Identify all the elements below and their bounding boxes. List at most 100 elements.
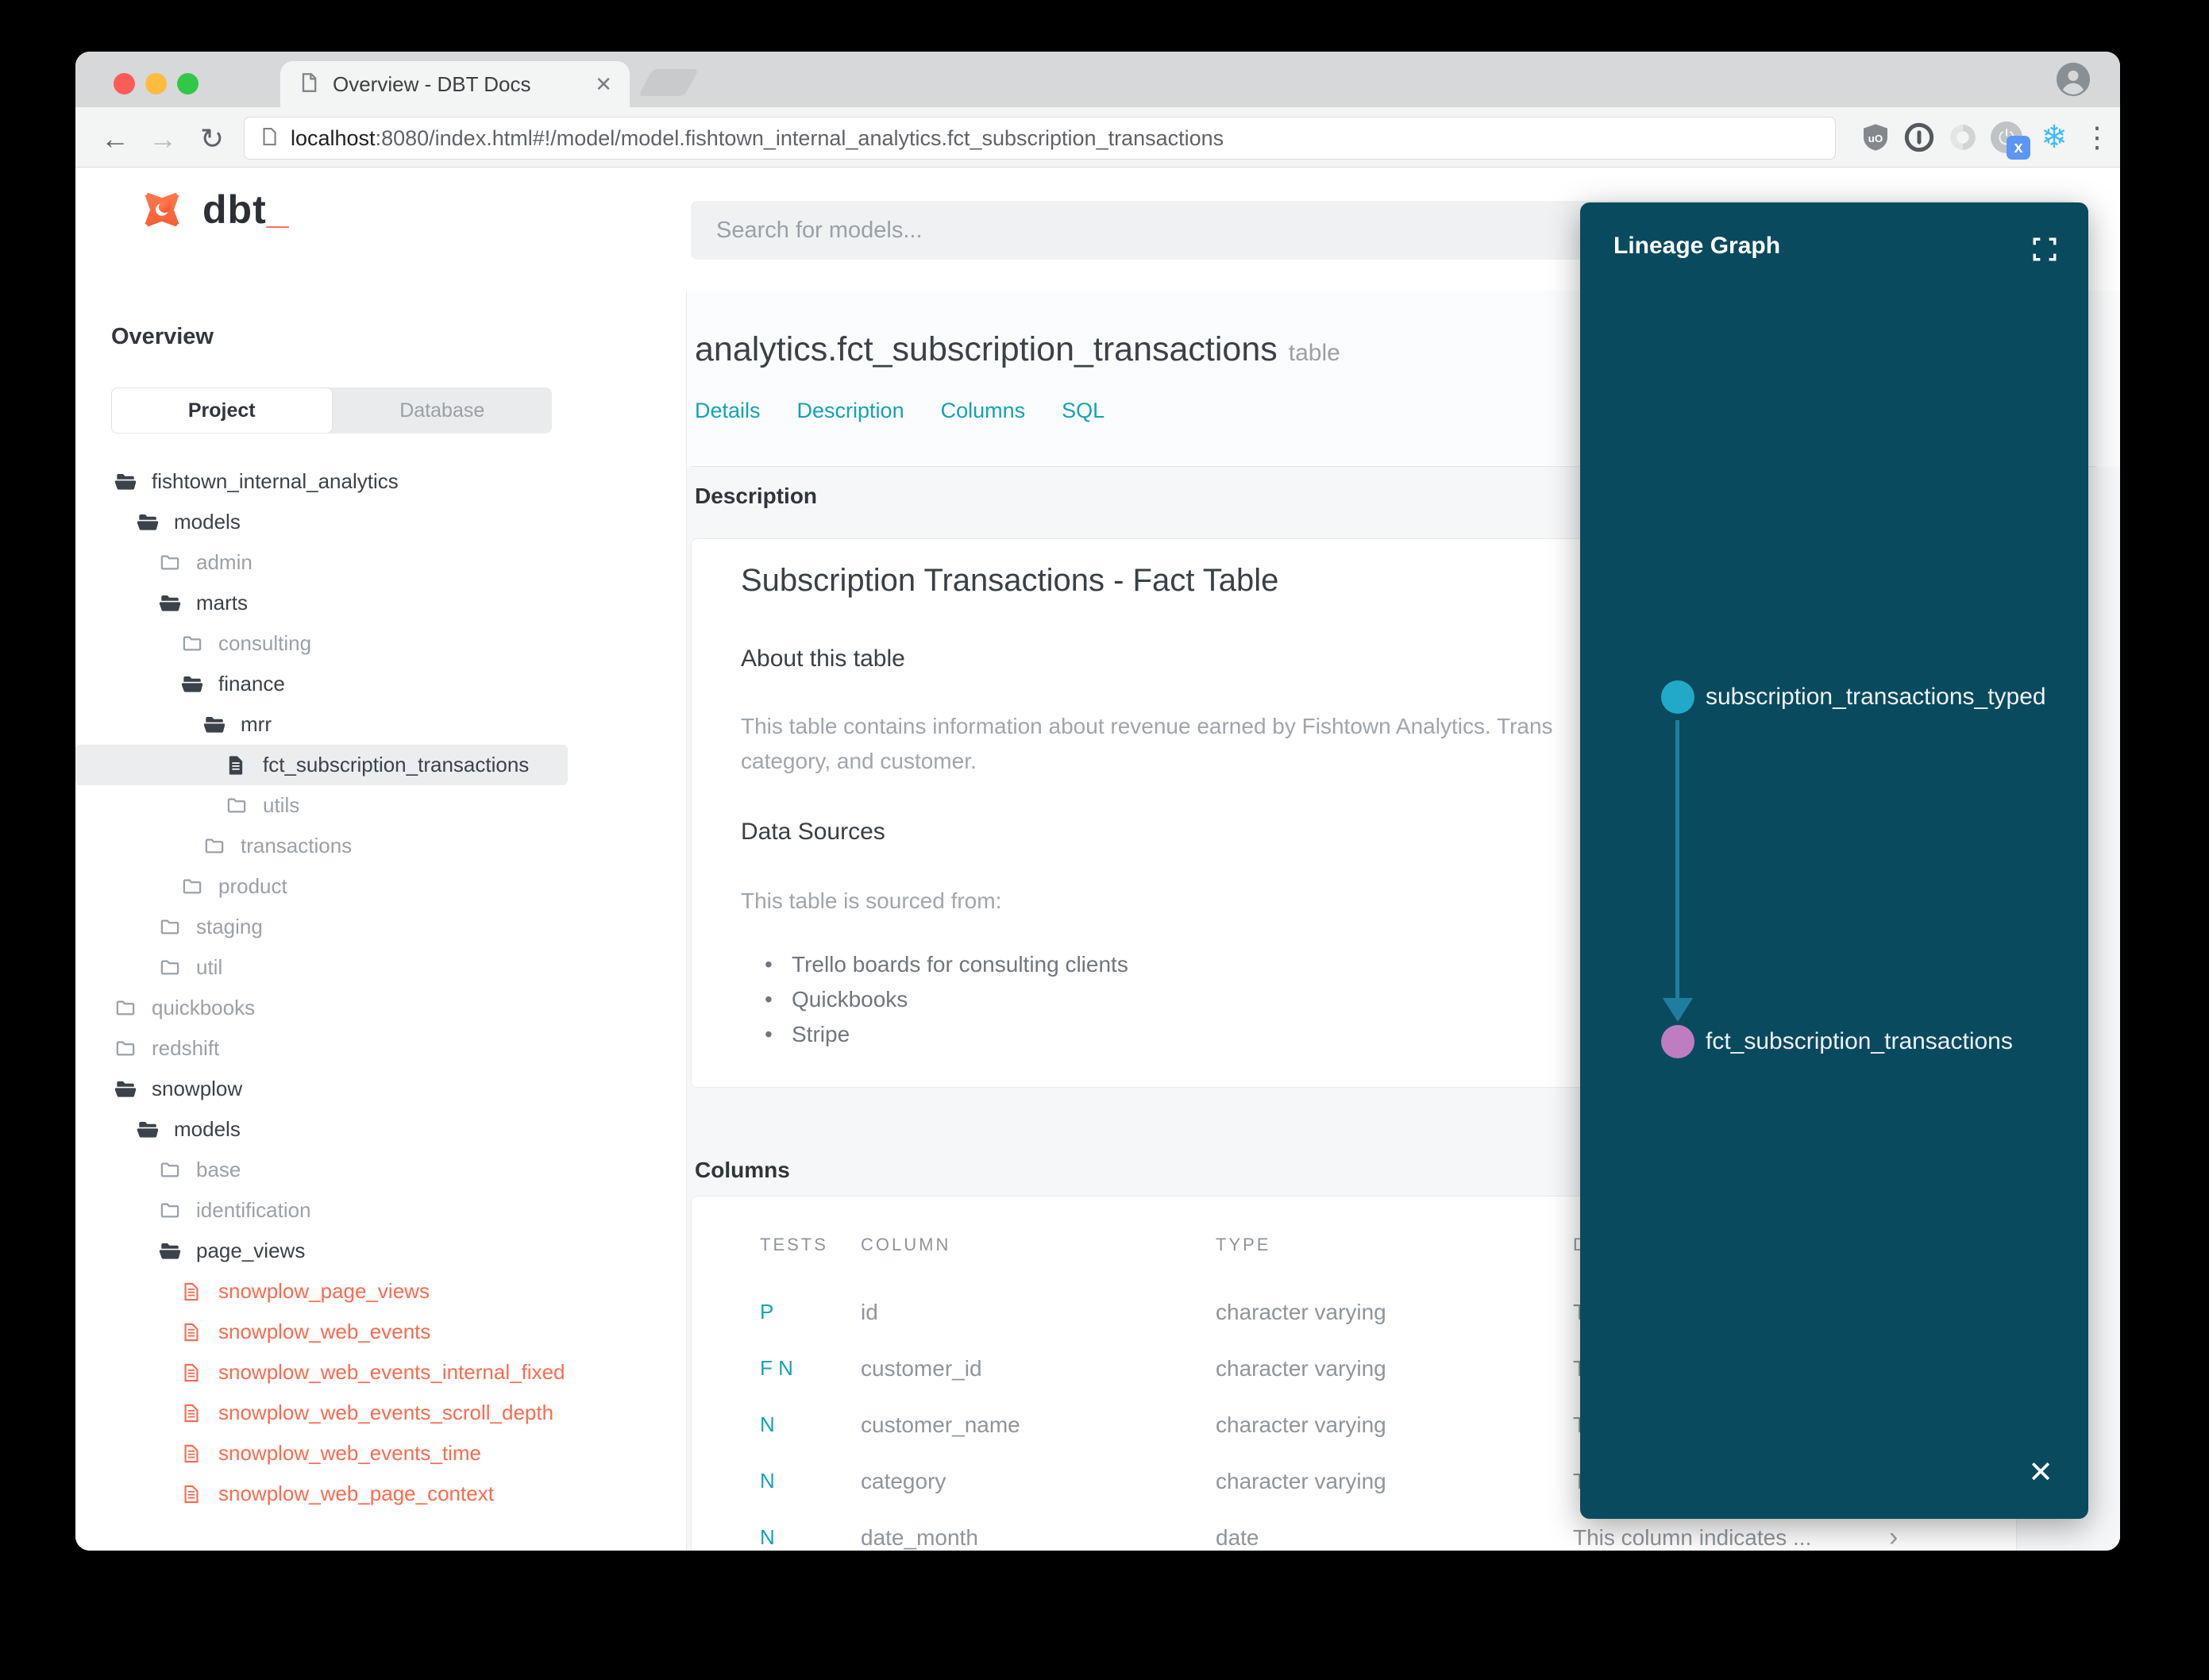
sidebar-item-utils[interactable]: utils: [75, 785, 687, 826]
cell-tests: P: [760, 1300, 774, 1324]
folder-icon: [158, 916, 185, 938]
cell-column: customer_name: [861, 1412, 1020, 1437]
sidebar-item-snowplow_page_views[interactable]: snowplow_page_views: [75, 1271, 687, 1312]
column-header-tests: TESTS: [760, 1235, 828, 1254]
toggle-database[interactable]: Database: [333, 387, 553, 433]
sidebar-item-finance[interactable]: finance: [75, 664, 687, 704]
lineage-edge-arrowhead: [1663, 998, 1693, 1022]
folder-icon: [202, 835, 229, 857]
browser-profile-avatar[interactable]: [2055, 61, 2091, 98]
tree-item-label: snowplow_web_page_context: [218, 1482, 494, 1505]
cell-column: customer_id: [861, 1355, 982, 1381]
sidebar-item-base[interactable]: base: [75, 1150, 687, 1190]
description-section-label: Description: [695, 484, 818, 508]
ublock-extension-icon[interactable]: uO: [1858, 120, 1893, 155]
back-icon[interactable]: ←: [98, 121, 133, 156]
folder-icon: [158, 552, 185, 573]
toggle-project[interactable]: Project: [111, 387, 333, 433]
tab-close-icon[interactable]: ✕: [595, 72, 612, 97]
chevron-right-icon[interactable]: ›: [1889, 1522, 1898, 1551]
window-minimize-button[interactable]: [145, 73, 167, 94]
sidebar-item-snowplow_web_events_scroll_depth[interactable]: snowplow_web_events_scroll_depth: [75, 1393, 687, 1433]
dbt-logo-text: dbt_: [202, 187, 290, 232]
cell-type: character varying: [1216, 1412, 1386, 1437]
lineage-edge: [1675, 720, 1679, 998]
sidebar-item-marts[interactable]: marts: [75, 583, 687, 623]
tree-item-label: mrr: [241, 712, 272, 736]
sidebar: Overview Project Database fishtown_inter…: [75, 291, 687, 1551]
sidebar-item-quickbooks[interactable]: quickbooks: [75, 988, 687, 1028]
sidebar-item-redshift[interactable]: redshift: [75, 1028, 687, 1069]
svg-text:uO: uO: [1868, 133, 1883, 144]
project-database-toggle: Project Database: [111, 387, 552, 433]
dbt-logo-icon[interactable]: [136, 183, 188, 236]
doc-title: Subscription Transactions - Fact Table: [741, 563, 1279, 598]
sidebar-item-fishtown_internal_analytics[interactable]: fishtown_internal_analytics: [75, 461, 687, 502]
url-host: localhost: [291, 125, 376, 150]
tree-item-label: transactions: [241, 834, 353, 857]
url-path: :8080/index.html#!/model/model.fishtown_…: [375, 125, 1224, 150]
reload-icon[interactable]: ↻: [195, 121, 229, 156]
sidebar-item-transactions[interactable]: transactions: [75, 826, 687, 866]
onetab-extension-icon[interactable]: [1945, 120, 1980, 155]
new-tab-button[interactable]: [638, 69, 700, 96]
folder-open-icon: [180, 673, 207, 695]
cell-type: character varying: [1216, 1468, 1386, 1493]
sidebar-item-snowplow_web_events_time[interactable]: snowplow_web_events_time: [75, 1433, 687, 1474]
sidebar-item-models[interactable]: models: [75, 502, 687, 542]
url-bar[interactable]: localhost:8080/index.html#!/model/model.…: [244, 117, 1836, 160]
sidebar-item-mrr[interactable]: mrr: [75, 704, 687, 745]
forward-icon[interactable]: →: [145, 121, 180, 156]
data-source-label: Quickbooks: [792, 987, 908, 1011]
page-title: analytics.fct_subscription_transactions t…: [695, 330, 1340, 368]
file-red-icon: [180, 1443, 207, 1465]
window-close-button[interactable]: [114, 73, 135, 94]
browser-tab[interactable]: Overview - DBT Docs ✕: [280, 61, 630, 107]
tab-sql[interactable]: SQL: [1062, 399, 1104, 423]
sidebar-item-admin[interactable]: admin: [75, 542, 687, 583]
sidebar-item-models[interactable]: models: [75, 1109, 687, 1150]
tree-item-label: fishtown_internal_analytics: [152, 469, 399, 493]
power-extension-icon[interactable]: ⏻ x: [1989, 120, 2030, 160]
lineage-node-label: subscription_transactions_typed: [1706, 684, 2046, 710]
sidebar-item-page_views[interactable]: page_views: [75, 1231, 687, 1271]
browser-menu-icon[interactable]: ⋮: [2080, 120, 2115, 155]
tab-columns[interactable]: Columns: [941, 399, 1026, 423]
tree-item-label: snowplow_web_events_time: [218, 1441, 481, 1465]
tree-item-label: consulting: [218, 631, 312, 655]
sidebar-item-snowplow[interactable]: snowplow: [75, 1069, 687, 1109]
data-source-item: • Trello boards for consulting clients: [765, 947, 1128, 982]
power-badge: x: [2007, 136, 2030, 160]
materialization-badge: table: [1288, 340, 1340, 366]
model-tabs: Details Description Columns SQL: [695, 399, 1104, 423]
sidebar-item-fct_subscription_transactions[interactable]: fct_subscription_transactions: [75, 745, 568, 785]
tab-details[interactable]: Details: [695, 399, 761, 423]
lineage-node[interactable]: subscription_transactions_typed: [1661, 680, 2046, 714]
fullscreen-icon[interactable]: [2031, 236, 2058, 263]
lineage-close-icon[interactable]: ✕: [2023, 1455, 2058, 1490]
onepassword-extension-icon[interactable]: [1902, 120, 1937, 155]
window-zoom-button[interactable]: [177, 73, 199, 94]
column-header-col: COLUMN: [861, 1235, 951, 1254]
sidebar-item-util[interactable]: util: [75, 947, 687, 988]
doc-sources-heading: Data Sources: [741, 819, 885, 845]
tree-item-label: identification: [196, 1198, 311, 1222]
file-red-icon: [180, 1321, 207, 1343]
sidebar-item-snowplow_web_events_internal_fixed[interactable]: snowplow_web_events_internal_fixed: [75, 1352, 687, 1393]
data-source-item: • Quickbooks: [765, 982, 1128, 1017]
sidebar-item-identification[interactable]: identification: [75, 1190, 687, 1231]
folder-icon: [158, 1159, 185, 1181]
url-page-icon: [259, 126, 279, 151]
sidebar-item-consulting[interactable]: consulting: [75, 623, 687, 664]
lineage-node[interactable]: fct_subscription_transactions: [1661, 1025, 2013, 1058]
sidebar-item-staging[interactable]: staging: [75, 907, 687, 947]
sidebar-item-snowplow_web_events[interactable]: snowplow_web_events: [75, 1312, 687, 1352]
sidebar-item-snowplow_web_page_context[interactable]: snowplow_web_page_context: [75, 1474, 687, 1514]
sidebar-item-product[interactable]: product: [75, 866, 687, 907]
tree-item-label: utils: [263, 793, 300, 817]
tab-description[interactable]: Description: [797, 399, 904, 423]
folder-icon: [180, 633, 207, 654]
snowflake-extension-icon[interactable]: ❄: [2037, 120, 2072, 155]
page-favicon: [298, 71, 320, 98]
tree-item-label: util: [196, 955, 223, 979]
